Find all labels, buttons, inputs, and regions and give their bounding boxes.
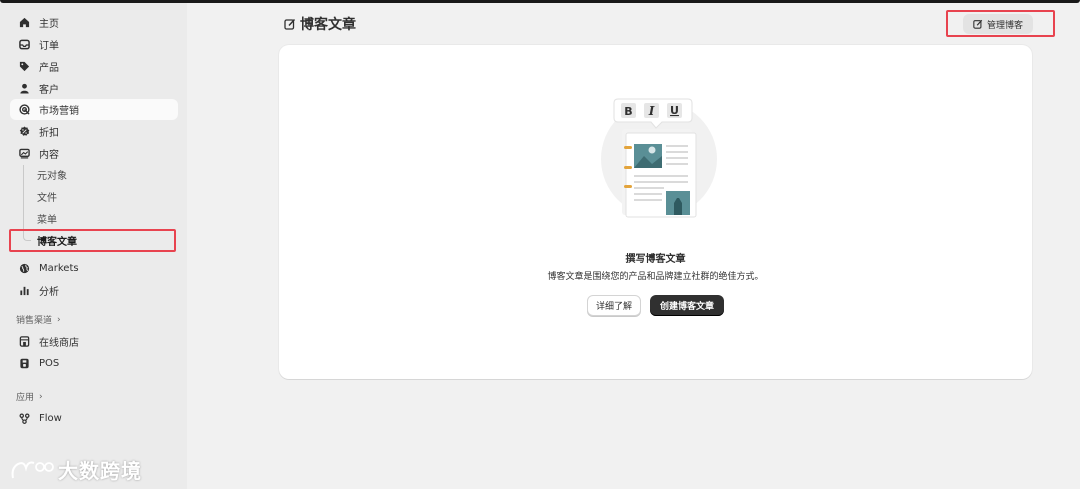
sidebar-item-analytics[interactable]: 分析 [10,280,178,301]
watermark: 大数跨境 [10,455,142,484]
empty-state-card: B I U 撰写博客文章 博客文章是围绕您的产品和品牌建立社群的绝佳方式。 详细… [279,45,1032,379]
submenu-connector [23,165,24,235]
inbox-icon [18,39,30,51]
watermark-logo-icon [11,461,54,478]
store-icon [18,336,30,348]
learn-more-button[interactable]: 详细了解 [587,295,641,316]
highlight-box-blog-posts [9,229,176,252]
target-icon [18,104,30,116]
sidebar-subitem-menus[interactable]: 菜单 [37,208,57,228]
empty-state-description: 博客文章是围绕您的产品和品牌建立社群的绝佳方式。 [547,272,764,282]
sidebar-item-label: 分析 [39,287,59,298]
sidebar-item-content[interactable]: 内容 [10,143,178,164]
sales-channels-section[interactable]: 销售渠道 › [16,313,61,327]
section-label: 销售渠道 [16,316,53,326]
sidebar-item-label: Flow [39,413,62,424]
sidebar-item-label: 内容 [39,150,59,161]
sidebar-item-online-store[interactable]: 在线商店 [10,331,178,352]
sidebar-item-customers[interactable]: 客户 [10,78,178,99]
globe-icon [18,263,30,275]
sidebar-item-label: 产品 [39,63,59,74]
chart-bar-icon [18,285,30,297]
chevron-right-icon: › [39,391,43,402]
highlight-box-manage-blogs [946,10,1055,37]
edit-icon [284,18,296,30]
discount-icon [18,126,30,138]
italic-letter: I [648,104,655,118]
sidebar-item-home[interactable]: 主页 [10,12,178,33]
sidebar-item-marketing[interactable]: 市场营销 [10,99,178,120]
apps-section[interactable]: 应用 › [16,390,43,404]
sidebar-item-markets[interactable]: Markets [10,258,178,279]
watermark-text: 大数跨境 [58,459,142,483]
underline-letter: U [670,104,679,117]
create-blog-post-button[interactable]: 创建博客文章 [650,295,724,316]
sidebar-item-label: 在线商店 [39,338,79,349]
sidebar-item-label: 折扣 [39,128,59,139]
bold-letter: B [624,105,632,118]
sidebar-item-pos[interactable]: POS [10,353,178,374]
section-label: 应用 [16,393,35,403]
tag-icon [18,61,30,73]
sidebar-item-label: 客户 [39,85,59,96]
flow-icon [18,413,30,425]
sidebar-item-orders[interactable]: 订单 [10,34,178,55]
person-icon [18,83,30,95]
sidebar-item-flow[interactable]: Flow [10,408,178,429]
sidebar-item-label: 订单 [39,41,59,52]
blog-illustration: B I U [601,98,717,218]
sidebar-subitem-files[interactable]: 文件 [37,186,57,206]
page-title: 博客文章 [284,14,356,34]
sidebar-item-label: 主页 [39,19,59,30]
sidebar-item-label: 市场营销 [39,106,79,117]
sidebar-item-discounts[interactable]: 折扣 [10,121,178,142]
sidebar-item-label: Markets [39,263,79,274]
content-icon [18,148,30,160]
sidebar-item-products[interactable]: 产品 [10,56,178,77]
sidebar-item-label: POS [39,358,60,369]
sidebar-subitem-metaobjects[interactable]: 元对象 [37,164,67,184]
empty-state-title: 撰写博客文章 [625,254,686,265]
home-icon [18,17,30,29]
page-title-text: 博客文章 [300,17,356,33]
pos-icon [18,358,30,370]
chevron-right-icon: › [57,314,61,325]
